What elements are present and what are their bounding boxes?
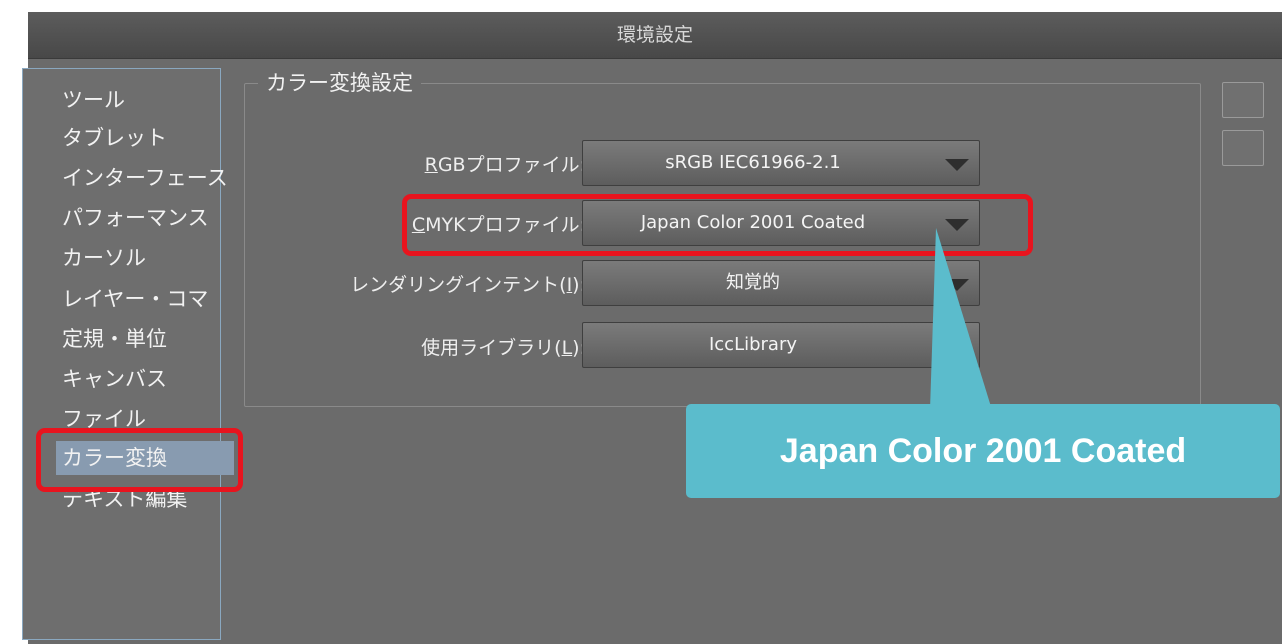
callout-text: Japan Color 2001 Coated xyxy=(779,432,1187,470)
annotation-callout: Japan Color 2001 Coated xyxy=(686,404,1280,498)
callout-pointer xyxy=(930,228,992,410)
